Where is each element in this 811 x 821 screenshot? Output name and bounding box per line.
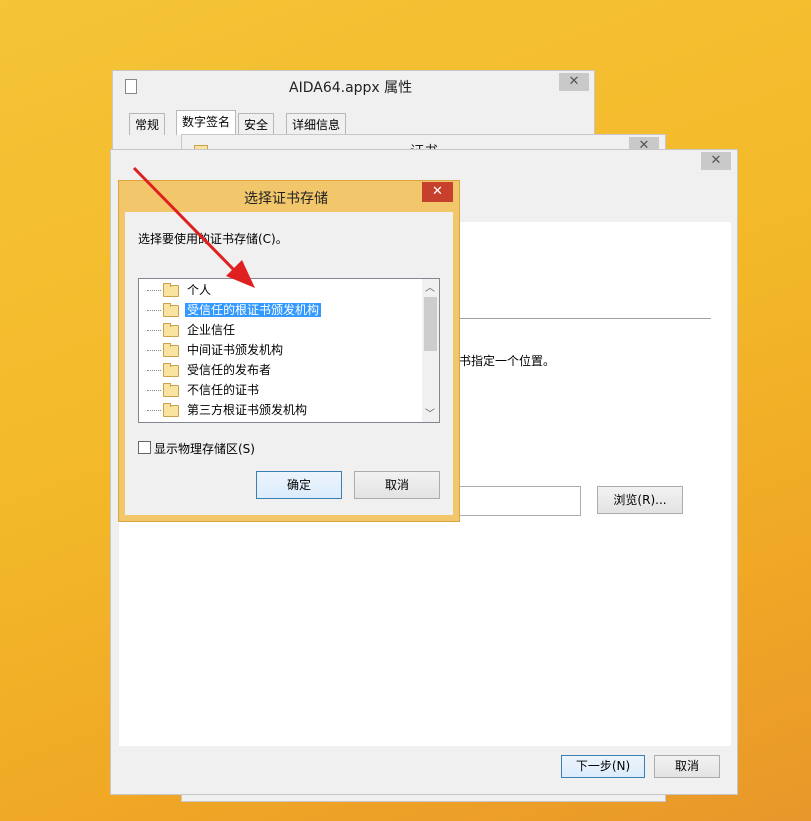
show-physical-checkbox[interactable] [138, 441, 151, 454]
show-physical-label: 显示物理存储区(S) [154, 442, 255, 456]
select-store-close-button[interactable]: ✕ [422, 182, 453, 202]
store-tree-item-label: 企业信任 [187, 323, 236, 337]
wizard-instruction-text: 书指定一个位置。 [459, 354, 556, 368]
certificate-store-field[interactable] [459, 486, 581, 516]
document-icon [125, 79, 137, 94]
select-store-body: 选择要使用的证书存储(C)。 个人受信任的根证书颁发机构 企业信任中间证书颁发机构… [125, 212, 453, 515]
scroll-down-arrow[interactable]: ﹀ [425, 405, 435, 420]
wizard-divider [449, 318, 711, 319]
properties-close-button[interactable]: ✕ [559, 73, 589, 91]
tree-connector [147, 310, 161, 311]
tab-general-label: 常规 [135, 118, 160, 132]
tree-connector [147, 290, 161, 291]
tree-connector [147, 370, 161, 371]
tab-digital-signatures-label: 数字签名 [182, 115, 231, 129]
folder-icon [163, 342, 179, 357]
tab-security-label: 安全 [244, 118, 269, 132]
select-store-dialog: 选择证书存储 ✕ 选择要使用的证书存储(C)。 个人受信任的根证书颁发机构 企业信… [118, 180, 460, 522]
next-button[interactable]: 下一步(N) [561, 755, 645, 778]
tree-connector [147, 410, 161, 411]
tab-security[interactable]: 安全 [238, 113, 275, 135]
store-tree-item[interactable]: 不信任的证书 [147, 380, 261, 400]
folder-icon [163, 382, 179, 397]
wizard-cancel-button[interactable]: 取消 [654, 755, 720, 778]
folder-icon [163, 322, 179, 337]
store-tree-item-label: 个人 [187, 283, 212, 297]
browse-button[interactable]: 浏览(R)... [597, 486, 683, 514]
tab-details-label: 详细信息 [292, 118, 341, 132]
folder-icon [163, 302, 179, 317]
store-tree-item[interactable]: 企业信任 [147, 320, 237, 340]
folder-icon [163, 402, 179, 417]
tree-connector [147, 350, 161, 351]
select-store-dialog-title: 选择证书存储 [244, 191, 328, 207]
tree-scrollbar[interactable]: ︿ ﹀ [422, 279, 439, 422]
tab-digital-signatures[interactable]: 数字签名 [176, 110, 237, 135]
store-tree-item[interactable]: 中间证书颁发机构 [147, 340, 285, 360]
store-tree-item-label: 不信任的证书 [187, 383, 260, 397]
store-tree-item-label: 第三方根证书颁发机构 [187, 403, 308, 417]
store-prompt-text: 选择要使用的证书存储(C)。 [138, 232, 288, 246]
store-cancel-button[interactable]: 取消 [354, 471, 440, 499]
store-tree-item-label: 受信任的发布者 [187, 363, 272, 377]
folder-icon [163, 362, 179, 377]
scroll-thumb[interactable] [424, 297, 437, 351]
store-tree-item[interactable]: 个人 [147, 280, 213, 300]
store-tree-item[interactable]: 受信任的根证书颁发机构 [147, 300, 322, 320]
store-tree[interactable]: 个人受信任的根证书颁发机构 企业信任中间证书颁发机构 受信任的发布者 不信任的证书第三… [138, 278, 440, 423]
tree-connector [147, 330, 161, 331]
scroll-up-arrow[interactable]: ︿ [425, 279, 435, 294]
tab-general[interactable]: 常规 [129, 113, 166, 135]
wizard-close-button[interactable]: ✕ [701, 152, 731, 170]
store-tree-item-label: 受信任的根证书颁发机构 [185, 303, 322, 317]
store-ok-button[interactable]: 确定 [256, 471, 342, 499]
tab-details[interactable]: 详细信息 [286, 113, 347, 135]
tree-connector [147, 390, 161, 391]
store-tree-item[interactable]: 受信任的发布者 [147, 360, 273, 380]
properties-window-title: AIDA64.appx 属性 [289, 80, 413, 96]
store-tree-item[interactable]: 第三方根证书颁发机构 [147, 400, 309, 420]
folder-icon [163, 282, 179, 297]
store-tree-item-label: 中间证书颁发机构 [187, 343, 284, 357]
